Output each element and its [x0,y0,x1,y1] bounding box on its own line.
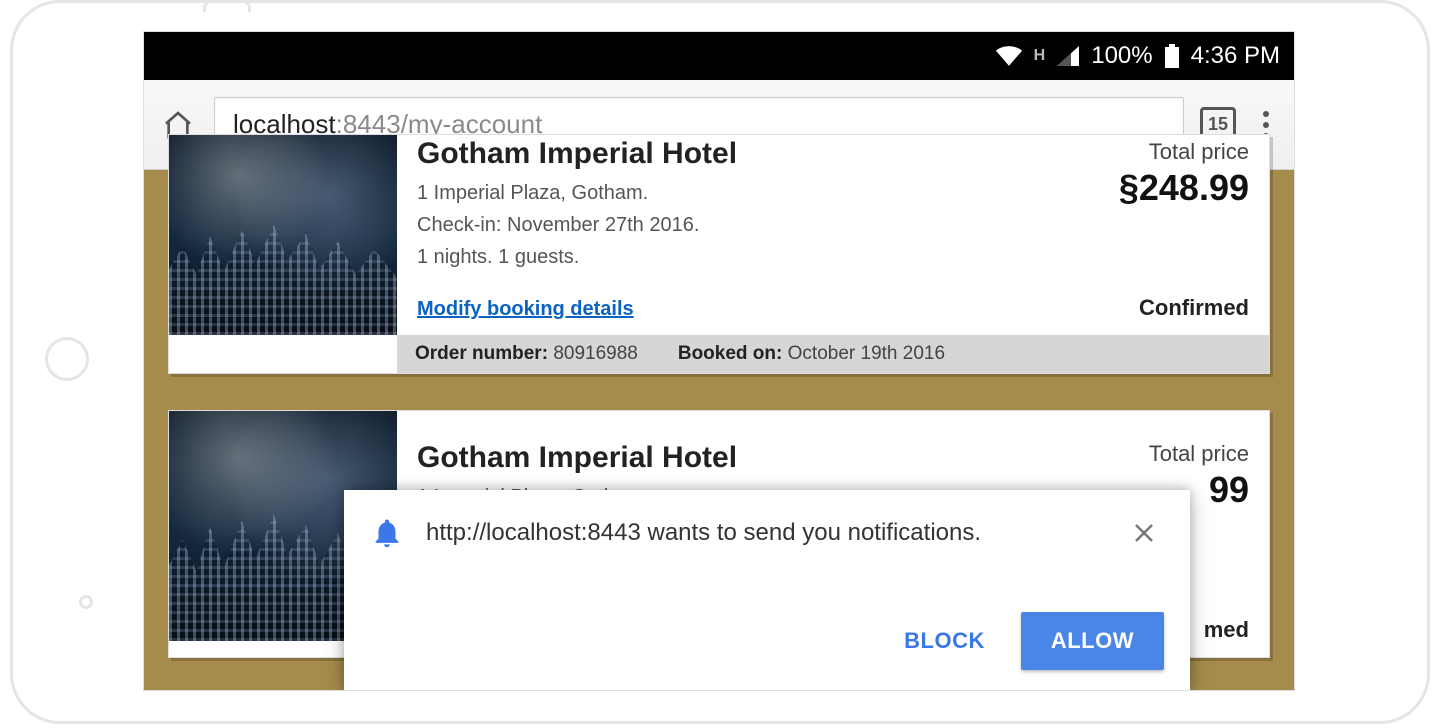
modify-booking-link[interactable]: Modify booking details [417,298,634,321]
price-label: Total price [1149,441,1249,467]
order-number-label: Order number: [415,343,548,364]
booked-on-label: Booked on: [678,343,783,364]
booked-on-date: October 19th 2016 [788,343,945,364]
booking-details: 1 Imperial Plaza, Gotham. Check-in: Nove… [417,177,737,273]
booking-status: med [1204,617,1249,643]
device-speaker [203,0,251,12]
screen: H 100% 4:36 PM localhost:8443/my-account… [143,31,1295,691]
checkin-date: Check-in: November 27th 2016. [417,209,737,241]
bell-icon [370,516,404,550]
hotel-name: Gotham Imperial Hotel [417,137,737,171]
price-value: §248.99 [1119,167,1249,209]
block-button[interactable]: BLOCK [898,616,991,666]
notification-prompt-message: http://localhost:8443 wants to send you … [426,519,1102,547]
network-type-indicator: H [1034,47,1046,65]
device-home-button[interactable] [45,337,89,381]
device-frame: H 100% 4:36 PM localhost:8443/my-account… [10,0,1430,724]
booking-meta-bar: Order number: 80916988 Booked on: Octobe… [397,335,1269,373]
stay-summary: 1 nights. 1 guests. [417,241,737,273]
device-camera [79,595,93,609]
wifi-icon [996,46,1022,66]
status-clock: 4:36 PM [1191,42,1280,70]
close-icon[interactable] [1124,517,1164,549]
signal-icon [1057,46,1079,66]
status-bar: H 100% 4:36 PM [144,32,1294,80]
allow-button[interactable]: ALLOW [1021,612,1164,670]
booking-card: Gotham Imperial Hotel 1 Imperial Plaza, … [168,134,1270,374]
order-number: 80916988 [553,343,638,364]
notification-permission-dialog: http://localhost:8443 wants to send you … [344,490,1190,690]
hotel-thumbnail [169,135,397,335]
battery-percentage: 100% [1091,42,1152,70]
battery-icon [1165,44,1179,68]
booking-status: Confirmed [1139,295,1249,321]
hotel-address: 1 Imperial Plaza, Gotham. [417,177,737,209]
hotel-name: Gotham Imperial Hotel [417,441,737,475]
price-label: Total price [1119,139,1249,165]
